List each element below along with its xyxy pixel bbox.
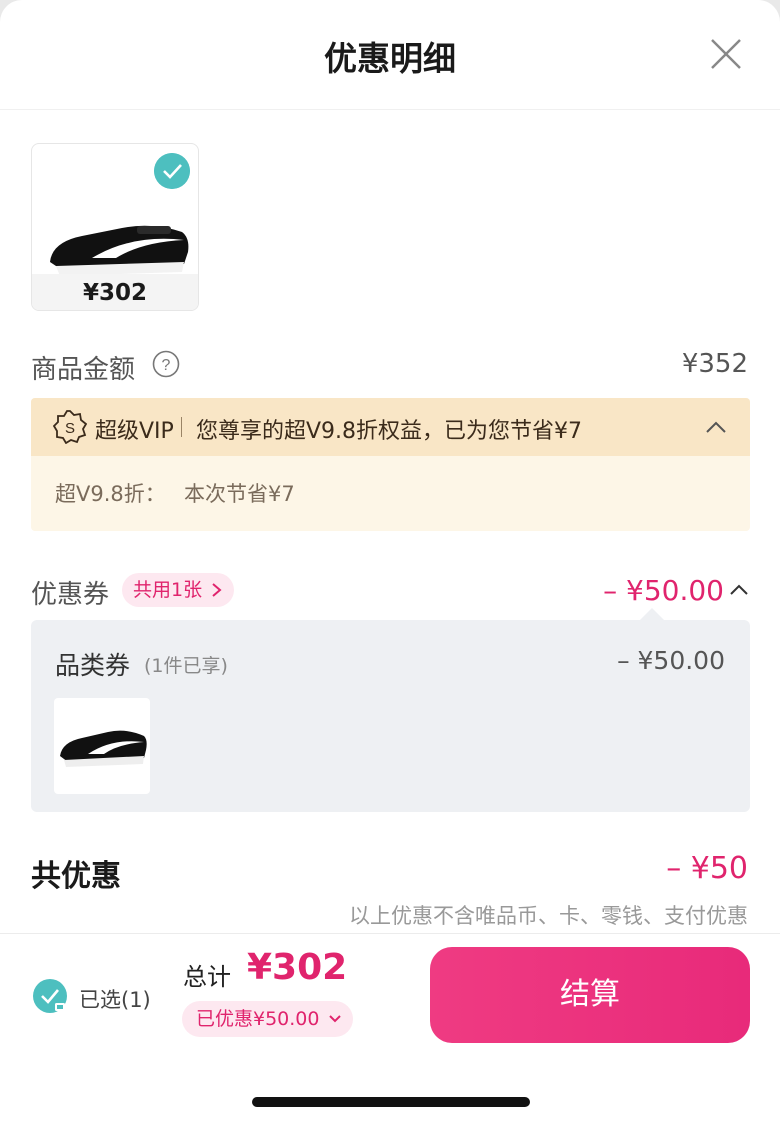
svg-text:?: ?	[162, 357, 171, 374]
chevron-up-icon[interactable]	[704, 416, 728, 438]
total-label: 总计	[183, 963, 231, 991]
discount-detail-sheet: 优惠明细 ¥302 商品金额 ? ¥352 S 超级VIP 您尊享的超V9.8折…	[0, 0, 780, 1122]
coupon-count-pill[interactable]: 共用1张	[122, 573, 235, 607]
checkout-bar: 已选(1) 总计 ¥302 已优惠¥50.00 结算	[0, 933, 780, 1122]
sheet-header: 优惠明细	[0, 0, 780, 110]
coupon-detail-panel: 品类券 (1件已享) – ¥50.00	[31, 620, 750, 812]
product-price: ¥302	[32, 274, 198, 310]
coupon-count-text: 共用1张	[133, 579, 203, 601]
select-all-check-icon[interactable]	[32, 978, 68, 1014]
coupon-label: 优惠券	[31, 580, 110, 610]
chevron-down-icon	[329, 1015, 342, 1023]
category-product-thumbnail[interactable]	[54, 698, 150, 794]
total-discount-label: 共优惠	[31, 859, 121, 894]
saved-amount-pill[interactable]: 已优惠¥50.00	[182, 1001, 354, 1037]
check-icon	[154, 153, 190, 189]
total-discount-value: – ¥50	[666, 851, 748, 886]
panel-pointer	[640, 608, 664, 620]
vip-detail-label: 超V9.8折：	[55, 482, 166, 506]
product-thumbnail[interactable]: ¥302	[31, 143, 199, 311]
close-icon[interactable]	[706, 34, 746, 74]
coupon-total: – ¥50.00	[603, 574, 724, 607]
vip-bar[interactable]: S 超级VIP 您尊享的超V9.8折权益，已为您节省¥7	[31, 398, 750, 456]
category-coupon-value: – ¥50.00	[617, 646, 725, 675]
total-price: ¥302	[247, 947, 348, 988]
saved-amount-text: 已优惠¥50.00	[196, 1008, 320, 1030]
total-discount-note: 以上优惠不含唯品币、卡、零钱、支付优惠	[349, 904, 748, 928]
sheet-title: 优惠明细	[324, 39, 456, 78]
vip-description: 您尊享的超V9.8折权益，已为您节省¥7	[196, 419, 583, 444]
vip-name: 超级VIP	[95, 419, 174, 444]
chevron-right-icon	[212, 583, 222, 597]
amount-value: ¥352	[681, 349, 748, 379]
vip-detail-value: 本次节省¥7	[184, 482, 295, 506]
amount-label: 商品金额	[31, 355, 136, 385]
chevron-up-icon[interactable]	[728, 580, 750, 600]
divider	[181, 417, 182, 437]
category-coupon-sub: (1件已享)	[144, 655, 228, 677]
vip-panel: S 超级VIP 您尊享的超V9.8折权益，已为您节省¥7 超V9.8折： 本次节…	[31, 398, 750, 531]
selected-count: 已选(1)	[79, 988, 151, 1012]
category-coupon-label: 品类券	[55, 651, 131, 680]
home-indicator	[252, 1097, 530, 1107]
svg-text:S: S	[65, 420, 75, 437]
shoe-image	[60, 730, 147, 767]
help-icon[interactable]: ?	[152, 350, 180, 378]
vip-badge-icon: S	[53, 410, 87, 444]
checkout-button[interactable]: 结算	[430, 947, 750, 1043]
